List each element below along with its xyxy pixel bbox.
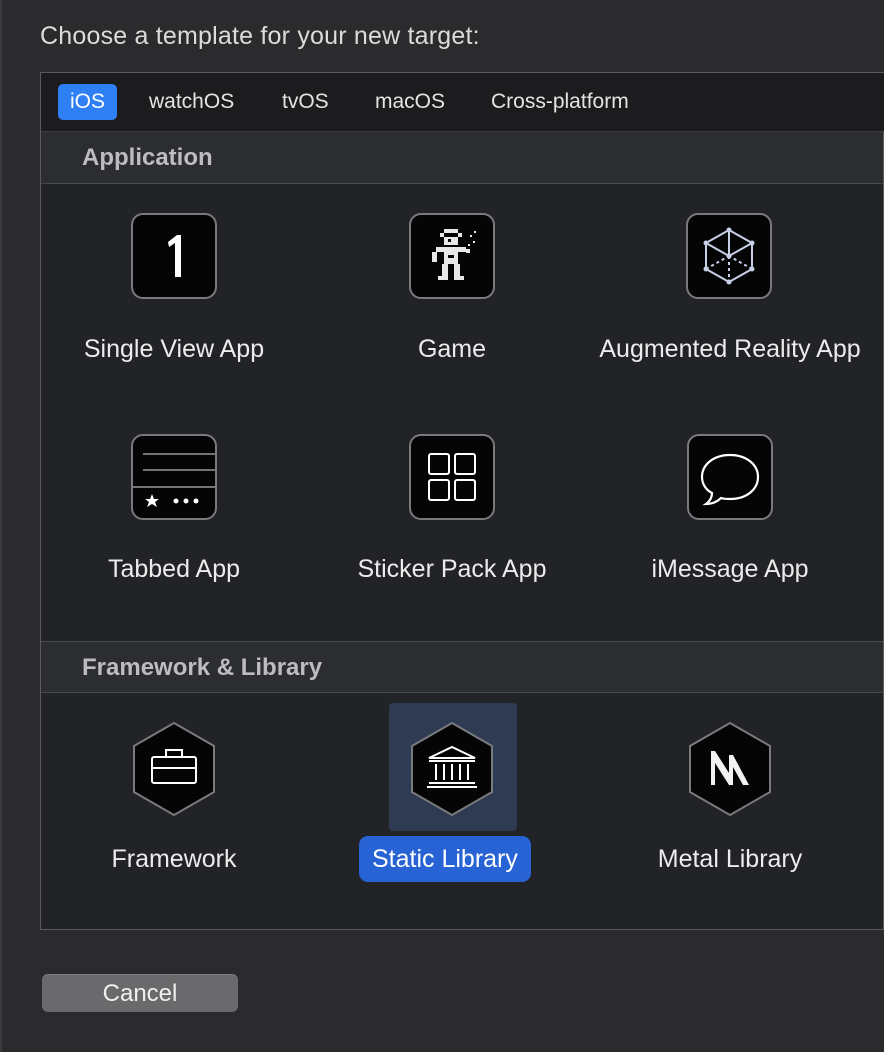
template-label: Framework <box>111 845 237 873</box>
tab-bar-icon <box>131 434 217 520</box>
template-label: Single View App <box>83 335 265 363</box>
sheet-edge <box>0 0 2 1052</box>
metal-logo-icon <box>689 721 771 817</box>
template-metal-library[interactable]: Metal Library <box>590 721 870 873</box>
template-label: Metal Library <box>657 845 803 873</box>
template-label: iMessage App <box>651 555 809 583</box>
template-imessage-app[interactable]: iMessage App <box>590 434 870 583</box>
tab-macos[interactable]: macOS <box>363 84 457 120</box>
template-tabbed-app[interactable]: Tabbed App <box>34 434 314 583</box>
toolbox-icon <box>133 721 215 817</box>
template-label: Augmented Reality App <box>599 335 861 363</box>
game-sprite-icon <box>409 213 495 299</box>
template-game[interactable]: Game <box>312 213 592 363</box>
template-label: Tabbed App <box>107 555 241 583</box>
speech-bubble-icon <box>687 434 773 520</box>
template-framework[interactable]: Framework <box>34 721 314 873</box>
tab-tvos[interactable]: tvOS <box>270 84 341 120</box>
number-one-icon <box>131 213 217 299</box>
template-label: Game <box>417 335 487 363</box>
section-header-framework-library: Framework & Library <box>41 641 883 693</box>
platform-tab-bar: iOS watchOS tvOS macOS Cross-platform <box>41 73 884 132</box>
tab-ios[interactable]: iOS <box>58 84 118 120</box>
tab-watchos[interactable]: watchOS <box>137 84 246 120</box>
template-sticker-pack-app[interactable]: Sticker Pack App <box>312 434 592 583</box>
dialog-title: Choose a template for your new target: <box>40 22 480 50</box>
template-static-library[interactable]: Static Library <box>312 721 592 882</box>
template-single-view-app[interactable]: Single View App <box>34 213 314 363</box>
bank-building-icon <box>411 721 493 817</box>
section-header-application: Application <box>41 132 883 184</box>
tab-cross-platform[interactable]: Cross-platform <box>479 84 641 120</box>
template-label: Sticker Pack App <box>357 555 547 583</box>
template-label-selected: Static Library <box>359 836 531 882</box>
sticker-grid-icon <box>409 434 495 520</box>
template-augmented-reality-app[interactable]: Augmented Reality App <box>590 213 870 393</box>
ar-cube-icon <box>686 213 772 299</box>
cancel-button[interactable]: Cancel <box>42 974 238 1012</box>
template-browser: iOS watchOS tvOS macOS Cross-platform Ap… <box>40 72 884 930</box>
